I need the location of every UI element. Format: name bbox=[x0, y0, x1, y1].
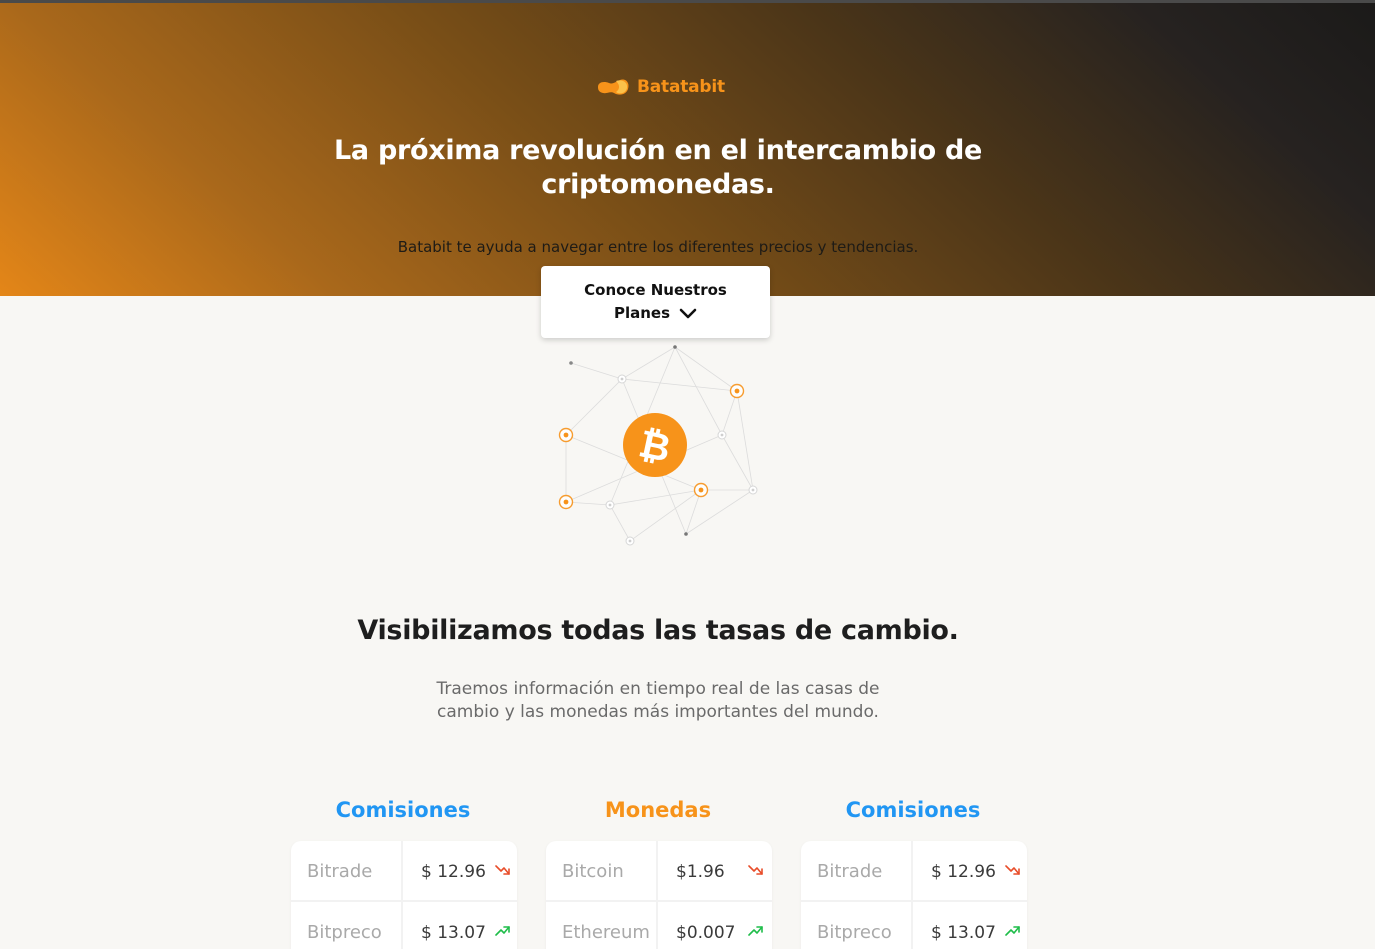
table-row[interactable]: Bitcoin $1.96 bbox=[546, 841, 772, 902]
coin-value: $0.007 bbox=[660, 902, 772, 949]
trend-up-icon bbox=[1005, 926, 1020, 936]
table-row[interactable]: Bitrade $ 12.96 bbox=[801, 841, 1027, 902]
column-title: Comisiones bbox=[845, 798, 981, 822]
table-row[interactable]: Bitpreco $ 13.07 bbox=[291, 902, 517, 949]
trend-up-icon bbox=[748, 926, 763, 936]
exchange-value: $ 13.07 bbox=[405, 902, 517, 949]
trend-down-icon bbox=[495, 865, 510, 875]
trend-down-icon bbox=[748, 865, 763, 875]
hero-section: Batatabit La próxima revolución en el in… bbox=[0, 3, 1375, 296]
exchange-value: $ 12.96 bbox=[915, 841, 1027, 902]
plans-button-label-line2: Planes bbox=[613, 304, 671, 322]
table-row[interactable]: Bitpreco $ 13.07 bbox=[801, 902, 1027, 949]
value-text: $1.96 bbox=[676, 861, 725, 882]
value-text: $ 12.96 bbox=[421, 861, 486, 882]
rates-card: Bitrade $ 12.96 Bitpreco $ 13.07 bbox=[291, 841, 517, 949]
rates-card: Bitrade $ 12.96 Bitpreco $ 13.07 bbox=[801, 841, 1027, 949]
exchange-value: $ 12.96 bbox=[405, 841, 517, 902]
exchange-name: Bitpreco bbox=[801, 902, 913, 949]
column-title: Monedas bbox=[604, 798, 712, 822]
coin-name: Bitcoin bbox=[546, 841, 658, 902]
exchange-name: Bitrade bbox=[291, 841, 403, 902]
plans-button-label-line1: Conoce Nuestros bbox=[584, 281, 727, 299]
rates-card: Bitcoin $1.96 Ethereum $0.007 bbox=[546, 841, 772, 949]
value-text: $ 13.07 bbox=[931, 922, 996, 943]
rates-section-title: Visibilizamos todas las tasas de cambio. bbox=[357, 615, 959, 646]
plans-button[interactable]: Conoce Nuestros Planes bbox=[541, 266, 770, 338]
rates-section-subtitle: Traemos información en tiempo real de la… bbox=[436, 679, 880, 722]
value-text: $0.007 bbox=[676, 922, 736, 943]
bitcoin-network-illustration: ₿ bbox=[558, 345, 758, 546]
value-text: $ 12.96 bbox=[931, 861, 996, 882]
hero-subtitle: Batabit te ayuda a navegar entre los dif… bbox=[397, 238, 919, 256]
value-text: $ 13.07 bbox=[421, 922, 486, 943]
hero-title: La próxima revolución en el intercambio … bbox=[334, 135, 982, 200]
table-row[interactable]: Bitrade $ 12.96 bbox=[291, 841, 517, 902]
exchange-name: Bitpreco bbox=[291, 902, 403, 949]
coin-name: Ethereum bbox=[546, 902, 658, 949]
plans-button-label-line2-wrap: Planes bbox=[614, 302, 697, 325]
coin-value: $1.96 bbox=[660, 841, 772, 902]
column-title: Comisiones bbox=[335, 798, 471, 822]
exchange-value: $ 13.07 bbox=[915, 902, 1027, 949]
chevron-down-icon bbox=[679, 308, 697, 318]
brand-logo[interactable]: Batatabit bbox=[596, 74, 725, 100]
trend-up-icon bbox=[495, 926, 510, 936]
bitcoin-icon: ₿ bbox=[623, 413, 687, 477]
brand-name: Batatabit bbox=[637, 77, 725, 97]
exchange-name: Bitrade bbox=[801, 841, 913, 902]
potato-logo-icon bbox=[598, 79, 629, 95]
table-row[interactable]: Ethereum $0.007 bbox=[546, 902, 772, 949]
trend-down-icon bbox=[1005, 865, 1020, 875]
